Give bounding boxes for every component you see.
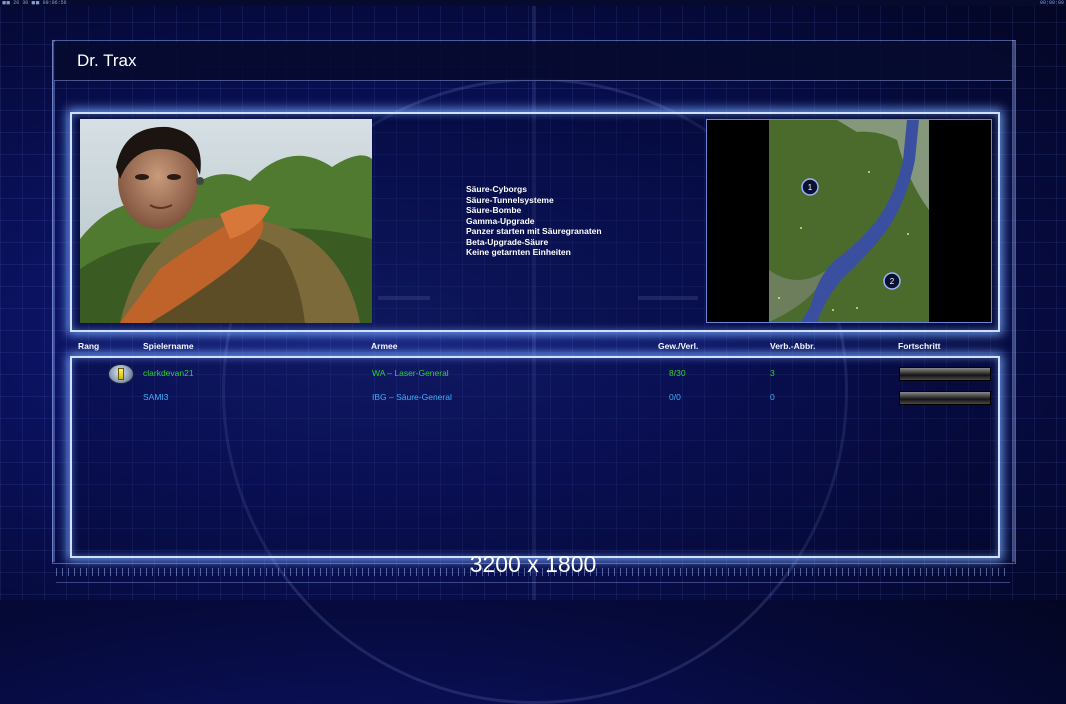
bottom-ruler-line [56,582,1010,589]
ability-item: Säure-Bombe [466,205,522,215]
frame-right-edge [1012,40,1015,562]
ability-item: Panzer starten mit Säuregranaten [466,226,602,236]
player-win-loss: 0/0 [669,392,681,402]
player-table: clarkdevan21 WA – Laser-General 8/30 3 S… [70,356,1000,558]
header-progress: Fortschritt [898,341,941,351]
player-win-loss: 8/30 [669,368,686,378]
frame-left-edge [52,40,55,562]
header-player-name: Spielername [143,341,194,351]
progress-bar [899,391,991,405]
timer-readout: 00:00:00 [1039,0,1064,6]
start-marker-2-label: 2 [890,277,895,286]
player-name: SAMI3 [143,392,169,402]
map-preview: 1 2 [706,119,992,323]
header-win-loss: Gew./Verl. [658,341,699,351]
top-status-bar: ◼◼ 20 30 ◼◼ 09:06:56 00:00:00 [0,0,1066,6]
general-title: Dr. Trax [77,51,137,70]
header-rank: Rang [78,341,100,351]
table-row[interactable]: clarkdevan21 WA – Laser-General 8/30 3 [72,363,998,384]
ability-item: Säure-Cyborgs [466,184,527,194]
ability-item: Gamma-Upgrade [466,215,535,226]
general-info-panel: Säure-Cyborgs Säure-Tunnelsysteme Säure-… [70,112,1000,332]
player-army: WA – Laser-General [372,368,449,378]
player-disconnects: 3 [770,368,775,378]
table-row[interactable]: SAMI3 IBG – Säure-General 0/0 0 [72,387,998,407]
abilities-list: Säure-Cyborgs Säure-Tunnelsysteme Säure-… [466,184,602,258]
player-disconnects: 0 [770,392,775,402]
table-header: Rang Spielername Armee Gew./Verl. Verb.-… [0,341,1066,355]
player-name: clarkdevan21 [143,368,194,378]
header-army: Armee [371,341,398,351]
general-portrait [80,119,372,323]
rank-badge-icon [108,364,134,384]
progress-bar [899,367,991,381]
player-army: IBG – Säure-General [372,392,452,402]
resolution-label: 3200 x 1800 [469,551,597,577]
ability-item: Säure-Tunnelsysteme [466,194,554,205]
header-disconnects: Verb.-Abbr. [770,341,816,351]
start-marker-1-label: 1 [808,183,813,192]
title-bar: Dr. Trax [54,42,1012,81]
fps-clock-readout: ◼◼ 20 30 ◼◼ 09:06:56 [2,0,67,6]
ability-item: Keine getarnten Einheiten [466,247,571,257]
ability-item: Beta-Upgrade-Säure [466,236,549,247]
